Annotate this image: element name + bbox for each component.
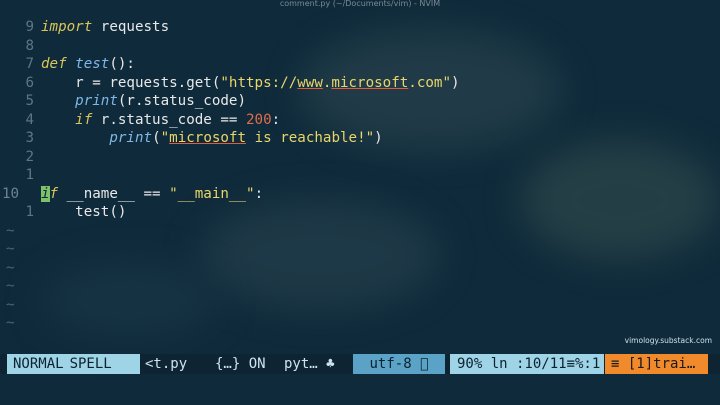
file-name: <t.py (145, 356, 188, 372)
empty-buffer-line: ~ (0, 222, 720, 241)
code-token: (): (109, 56, 135, 72)
watermark: vimology.substack.com (624, 336, 712, 345)
code-token: ( (152, 130, 161, 146)
file-encoding: utf-8  (353, 354, 445, 374)
window-title: comment.py (~/Documents/vim) - NVIM (279, 0, 441, 8)
code-token: "__main__" (169, 185, 255, 202)
empty-buffer-line: ~ (0, 259, 720, 278)
tilde-marker: ~ (6, 278, 15, 294)
file-type: pyt… ♣ (284, 356, 335, 372)
line-number: 10 (2, 185, 20, 202)
code-token: ) (374, 130, 383, 146)
code-line[interactable]: 5 print(r.status_code) (0, 92, 720, 111)
position-label: 90% ln :10/11≡%:1 (457, 356, 601, 372)
text-cursor: i (41, 185, 50, 202)
code-line[interactable]: 3 print("microsoft is reachable!") (0, 129, 720, 148)
code-line[interactable]: 4 if r.status_code == 200: (0, 111, 720, 130)
code-token: test() (41, 204, 127, 220)
editor-buffer[interactable]: 9 import requests 8 7 def test(): 6 r = reque… (0, 18, 720, 333)
code-token: microsoft (169, 130, 247, 146)
empty-buffer-line: ~ (0, 240, 720, 259)
code-token: import (41, 19, 93, 35)
empty-buffer-line: ~ (0, 277, 720, 296)
code-token: ) (451, 74, 460, 91)
code-token: : (271, 111, 281, 128)
code-token: www (297, 74, 323, 91)
code-text[interactable]: if r.status_code == 200: (41, 111, 280, 130)
code-token: " (160, 130, 170, 146)
code-line[interactable]: 2 (0, 148, 720, 167)
trailing-whitespace-warning: ≡ [1]trai… (605, 354, 708, 374)
code-line[interactable]: 1 (0, 166, 720, 185)
tilde-marker: ~ (6, 222, 15, 239)
encoding-label: utf-8 (369, 356, 421, 372)
code-token: f (49, 185, 59, 202)
line-number: 8 (25, 37, 34, 54)
plugin-status: {…} ON (215, 356, 266, 372)
line-number: 1 (25, 204, 34, 220)
code-line[interactable]: 8 (0, 37, 720, 56)
tilde-marker: ~ (6, 296, 15, 313)
code-text[interactable]: print(r.status_code) (41, 92, 246, 111)
code-text[interactable]: print("microsoft is reachable!") (41, 129, 383, 148)
code-line[interactable]: 6 r = requests.get("https://www.microsof… (0, 74, 720, 93)
code-token: test (75, 56, 110, 72)
empty-buffer-line: ~ (0, 296, 720, 315)
code-line[interactable]: 9 import requests (0, 18, 720, 37)
line-number: 5 (25, 93, 34, 109)
line-number: 9 (25, 19, 34, 35)
code-token: 200 (246, 111, 272, 128)
code-text[interactable]: test() (41, 203, 126, 222)
vim-window: { "window": { "title": "comment.py (~/Do… (0, 0, 720, 405)
mode-indicator: NORMAL SPELL (7, 354, 140, 374)
tilde-marker: ~ (6, 259, 15, 276)
code-token: r.status_code == (92, 111, 247, 128)
cursor-position: 90% ln :10/11≡%:1 (450, 354, 604, 374)
code-token: print (75, 93, 118, 109)
code-token: if (75, 111, 93, 128)
trailing-label: ≡ [1]trai… (611, 356, 696, 372)
code-token: requests (92, 19, 170, 35)
code-text[interactable]: def test(): (41, 55, 135, 74)
code-text[interactable]: if __name__ == "__main__": (41, 185, 263, 204)
code-text[interactable]: r = requests.get("https://www.microsoft.… (41, 74, 460, 93)
code-token: __name__ == (58, 185, 170, 202)
code-token: (r.status_code) (117, 93, 247, 109)
code-token: is reachable!" (246, 130, 375, 146)
code-token: : (254, 185, 264, 202)
apple-icon:  (420, 356, 428, 372)
code-text[interactable]: import requests (41, 18, 169, 37)
line-number: 6 (25, 74, 34, 91)
code-line[interactable]: 7 def test(): (0, 55, 720, 74)
mode-label: NORMAL (13, 356, 64, 372)
line-number: 7 (25, 56, 34, 72)
status-line: NORMALSPELL <t.py {…} ON pyt… ♣ utf-8  … (0, 354, 720, 374)
line-number: 2 (25, 148, 34, 165)
empty-buffer-line: ~ (0, 314, 720, 333)
code-token: microsoft (331, 74, 409, 91)
tilde-marker: ~ (6, 315, 15, 331)
tilde-marker: ~ (6, 241, 15, 257)
spell-label: SPELL (69, 356, 112, 372)
code-token: def (41, 56, 67, 72)
code-token: .com" (408, 74, 452, 91)
code-token: r = requests.get( (41, 74, 221, 91)
line-number: 3 (25, 130, 34, 146)
line-number: 1 (25, 167, 34, 183)
code-line[interactable]: 1 test() (0, 203, 720, 222)
code-line[interactable]: 10 if __name__ == "__main__": (0, 185, 720, 204)
code-token: "https:// (220, 74, 298, 91)
code-token: print (109, 130, 153, 146)
line-number: 4 (25, 111, 34, 128)
